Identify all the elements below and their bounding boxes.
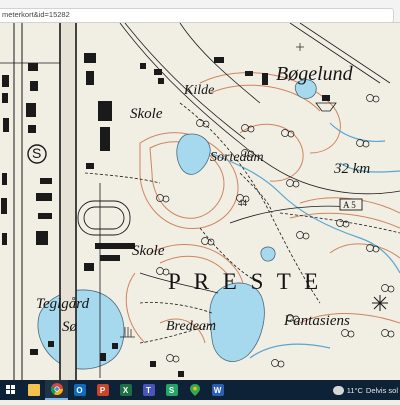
browser-address-bar: meterkort&id=15282	[0, 0, 400, 23]
label-bogelund: Bøgelund	[276, 63, 353, 85]
weather-widget[interactable]: 11°C Delvis sol	[332, 385, 400, 395]
taskbar-teams[interactable]: T	[137, 380, 160, 400]
start-icon	[6, 385, 15, 394]
chrome-icon	[50, 383, 63, 395]
map-viewport[interactable]: Bøgelund Kilde Skole Sortedam 32 km 44 A…	[0, 23, 400, 380]
url-field[interactable]: meterkort&id=15282	[0, 8, 394, 23]
label-preste: P R E S T E	[168, 269, 323, 294]
label-skole-top: Skole	[130, 106, 163, 122]
maps-icon	[189, 384, 200, 396]
label-road-number: A 5	[343, 200, 356, 210]
label-so: Sø	[62, 319, 77, 335]
sheets-icon: S	[165, 384, 178, 396]
taskbar-excel[interactable]: X	[114, 380, 137, 400]
weather-temperature: 11°C	[346, 385, 363, 395]
url-text: meterkort&id=15282	[2, 10, 70, 19]
label-elevation: 44	[238, 198, 247, 208]
small-pond	[260, 246, 276, 262]
label-distance: 32 km	[334, 161, 371, 177]
taskbar-powerpoint[interactable]: P	[91, 380, 114, 400]
weather-condition: Delvis sol	[365, 385, 398, 395]
taskbar: O P X T S W 11°C Delvis sol	[0, 380, 400, 400]
powerpoint-icon: P	[96, 384, 109, 396]
label-kilde: Kilde	[184, 83, 215, 98]
taskbar-outlook[interactable]: O	[68, 380, 91, 400]
label-teglgard: Teglgård	[36, 296, 90, 312]
taskbar-word[interactable]: W	[206, 380, 229, 400]
label-sortedam: Sortedam	[210, 150, 264, 165]
file-explorer-icon	[27, 384, 40, 396]
teams-icon: T	[142, 384, 155, 396]
label-fantasiens: Fantasiens	[284, 313, 350, 329]
start-button[interactable]	[0, 380, 22, 400]
taskbar-chrome[interactable]	[45, 380, 68, 400]
excel-icon: X	[119, 384, 132, 396]
label-bredeam: Bredeam	[166, 319, 217, 334]
survey-point-symbol	[372, 295, 388, 311]
taskbar-maps[interactable]	[183, 380, 206, 400]
label-skole-bottom: Skole	[132, 243, 165, 259]
taskbar-sheets[interactable]: S	[160, 380, 183, 400]
cloud-icon	[332, 385, 344, 395]
label-station: S	[32, 145, 42, 161]
outlook-icon: O	[73, 384, 86, 396]
word-icon: W	[211, 384, 224, 396]
taskbar-file-explorer[interactable]	[22, 380, 45, 400]
